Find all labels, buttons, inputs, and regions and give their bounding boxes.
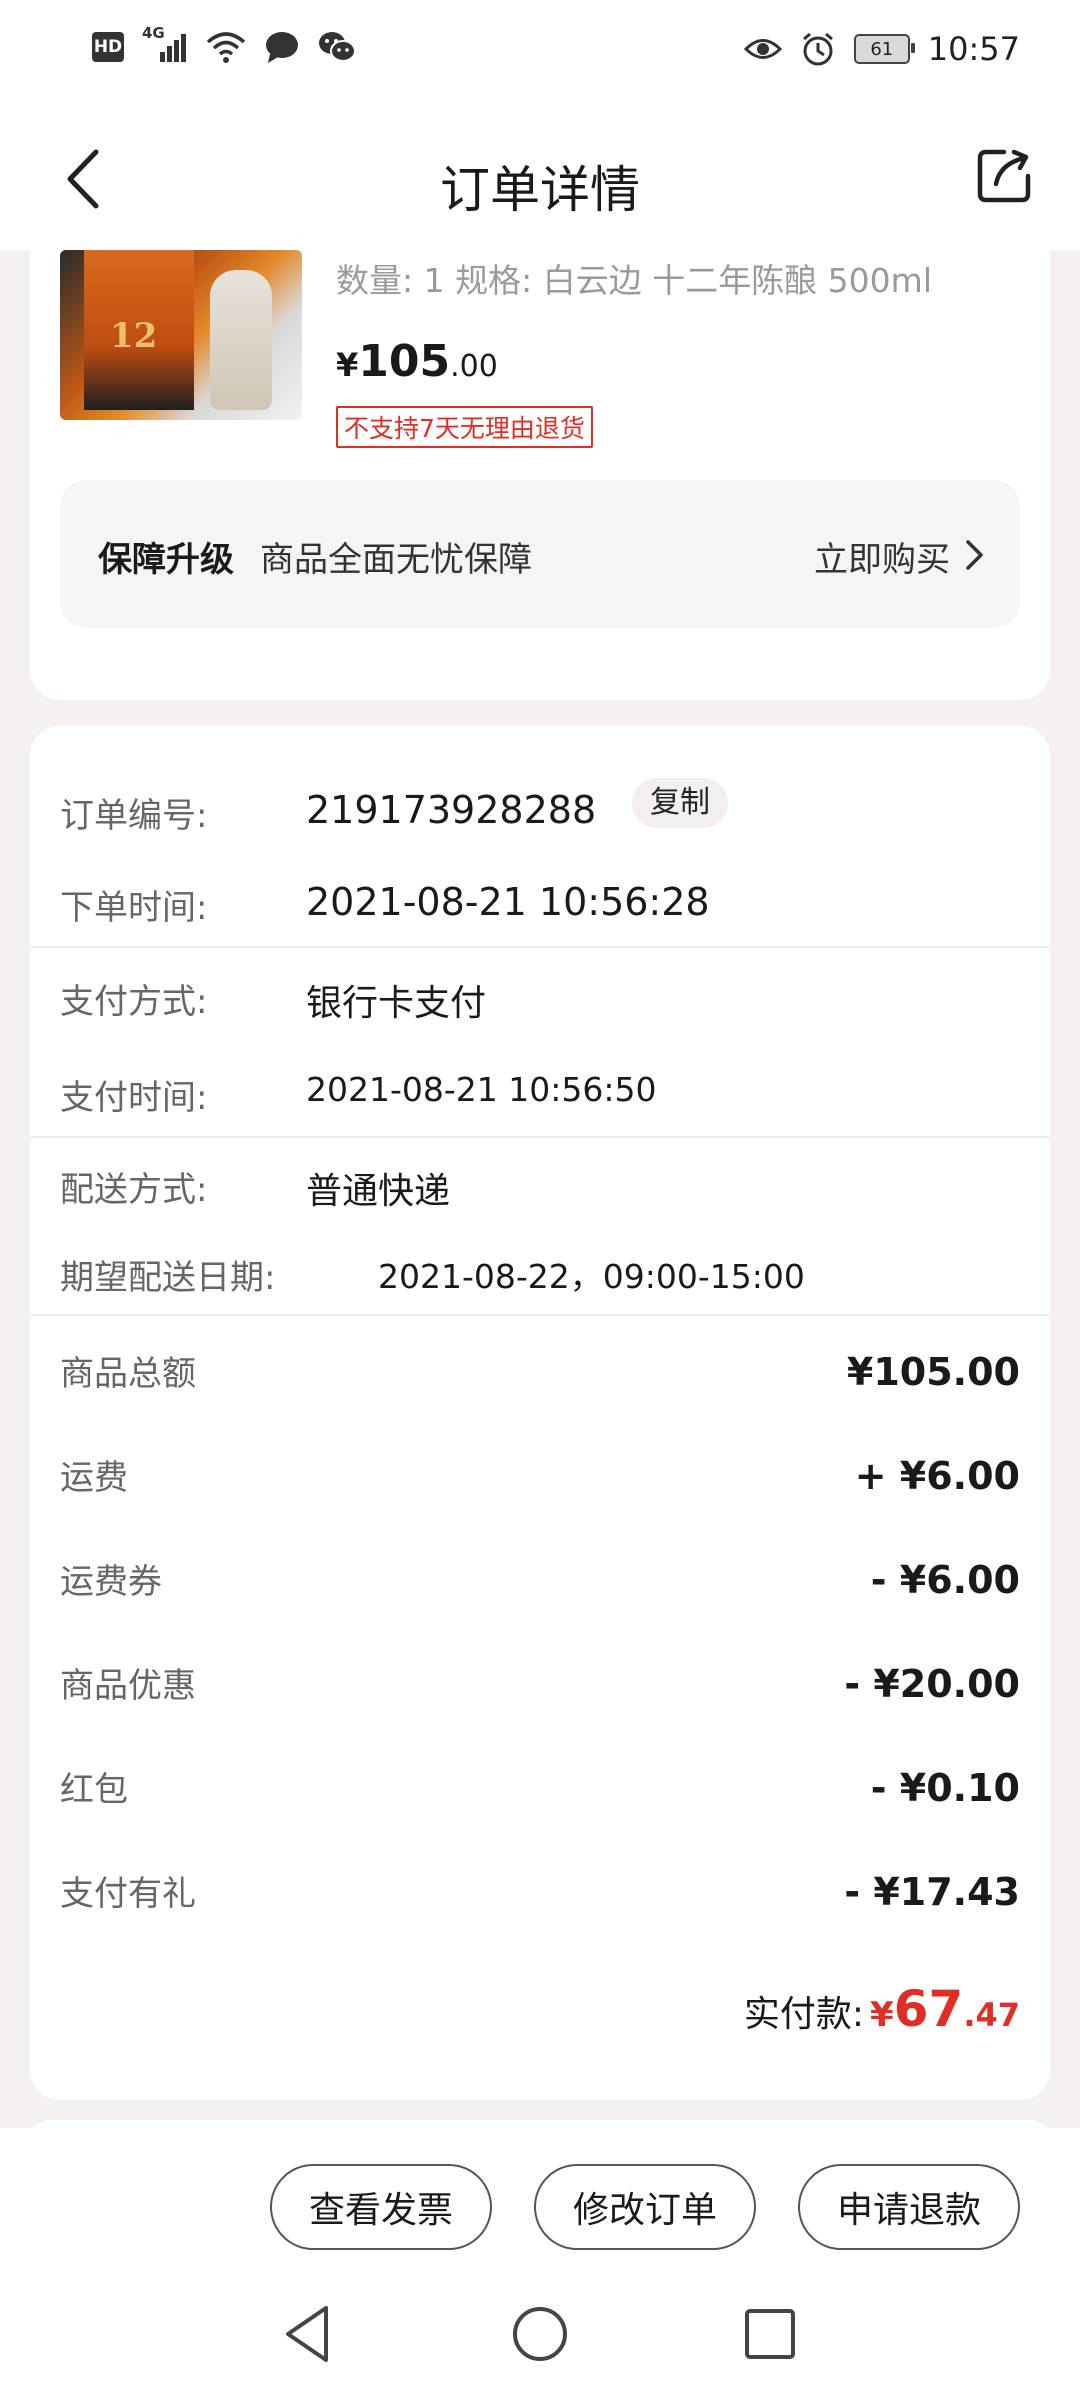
chevron-right-icon [966,540,983,570]
amount-label: 运费券 [60,1562,162,1602]
paid-label: 实付款: [743,1994,865,2035]
product-bottle-graphic [210,270,272,410]
status-right: 61 10:57 [743,30,1020,68]
product-image[interactable]: 12 [60,250,302,420]
page-title: 订单详情 [440,161,640,219]
amount-row: 商品总额 ¥105.00 [60,1346,1020,1396]
order-number-value: 219173928288 [306,788,597,832]
amount-value: ¥105.00 [846,1350,1020,1394]
guarantee-title: 保障升级 [98,540,234,580]
order-info-card: 订单编号: 219173928288 复制 下单时间: 2021-08-21 1… [30,726,1050,2100]
price-int: 105 [358,336,451,387]
product-spec: 数量: 1 规格: 白云边 十二年陈酿 500ml [336,261,932,300]
request-refund-button[interactable]: 申请退款 [798,2164,1020,2250]
amount-row: 运费 + ¥6.00 [60,1450,1020,1500]
hd-icon: HD [92,32,124,62]
price-dec: .00 [450,349,498,384]
wechat-icon [319,32,356,62]
order-time-value: 2021-08-21 10:56:28 [306,880,710,924]
paid-dec: .47 [963,1996,1020,2034]
amount-label: 支付有礼 [60,1874,196,1914]
amount-row: 红包 - ¥0.10 [60,1762,1020,1812]
delivery-label: 配送方式: [60,1170,208,1210]
amount-value: - ¥6.00 [870,1558,1020,1602]
price-symbol: ¥ [336,346,359,384]
amount-row: 支付有礼 - ¥17.43 [60,1866,1020,1916]
product-card: 12 数量: 1 规格: 白云边 十二年陈酿 500ml ¥105.00 不支持… [30,250,1050,700]
amount-label: 商品总额 [60,1354,196,1394]
paid-symbol: ¥ [870,1995,894,2035]
home-circle-icon[interactable] [500,2294,580,2374]
guarantee-desc: 商品全面无忧保障 [260,540,532,580]
expected-date-label: 期望配送日期: [60,1258,276,1298]
alarm-icon [802,32,833,66]
header: 订单详情 [0,104,1080,250]
amount-label: 商品优惠 [60,1666,196,1706]
clock: 10:57 [927,30,1020,68]
divider [30,1314,1050,1316]
system-nav-bar [0,2270,1080,2400]
view-invoice-button[interactable]: 查看发票 [270,2164,492,2250]
amount-value: + ¥6.00 [854,1454,1020,1498]
back-triangle-icon[interactable] [270,2294,350,2374]
divider [30,946,1050,948]
product-image-label: 12 [110,316,158,356]
recent-square-icon[interactable] [730,2294,810,2374]
order-number-label: 订单编号: [60,796,208,836]
share-icon[interactable] [974,146,1034,206]
paid-total: 实付款: ¥ 67 .47 [744,1980,1020,2038]
action-bar: 查看发票 修改订单 申请退款 [0,2128,1080,2270]
amount-value: - ¥20.00 [844,1662,1020,1706]
eye-icon [743,39,782,59]
amount-row: 商品优惠 - ¥20.00 [60,1658,1020,1708]
status-left: HD 4G [92,24,356,64]
amount-label: 运费 [60,1458,128,1498]
message-icon [266,32,298,63]
no-return-badge: 不支持7天无理由退货 [336,406,593,448]
expected-date-value: 2021-08-22，09:00-15:00 [378,1257,805,1296]
signal-icon: 4G [142,24,188,64]
battery-level: 61 [870,38,894,60]
status-bar: HD 4G 61 10:57 [0,0,1080,104]
buy-now-link[interactable]: 立即购买 [814,532,950,581]
battery-icon: 61 [853,34,915,64]
pay-time-value: 2021-08-21 10:56:50 [306,1070,657,1109]
copy-button[interactable]: 复制 [632,778,728,828]
amount-value: - ¥17.43 [844,1870,1020,1914]
paid-int: 67 [893,1980,964,2038]
wifi-icon [206,32,246,63]
delivery-value: 普通快递 [306,1171,451,1212]
product-price: ¥105.00 [336,336,498,387]
amount-label: 红包 [60,1770,128,1810]
pay-method-label: 支付方式: [60,982,208,1022]
guarantee-upgrade-bar[interactable]: 保障升级 商品全面无忧保障 立即购买 [60,480,1020,628]
order-time-label: 下单时间: [60,888,208,928]
amount-row: 运费券 - ¥6.00 [60,1554,1020,1604]
pay-method-value: 银行卡支付 [306,983,487,1024]
pay-time-label: 支付时间: [60,1078,208,1118]
modify-order-button[interactable]: 修改订单 [534,2164,756,2250]
amount-value: - ¥0.10 [870,1766,1020,1810]
divider [30,1136,1050,1138]
